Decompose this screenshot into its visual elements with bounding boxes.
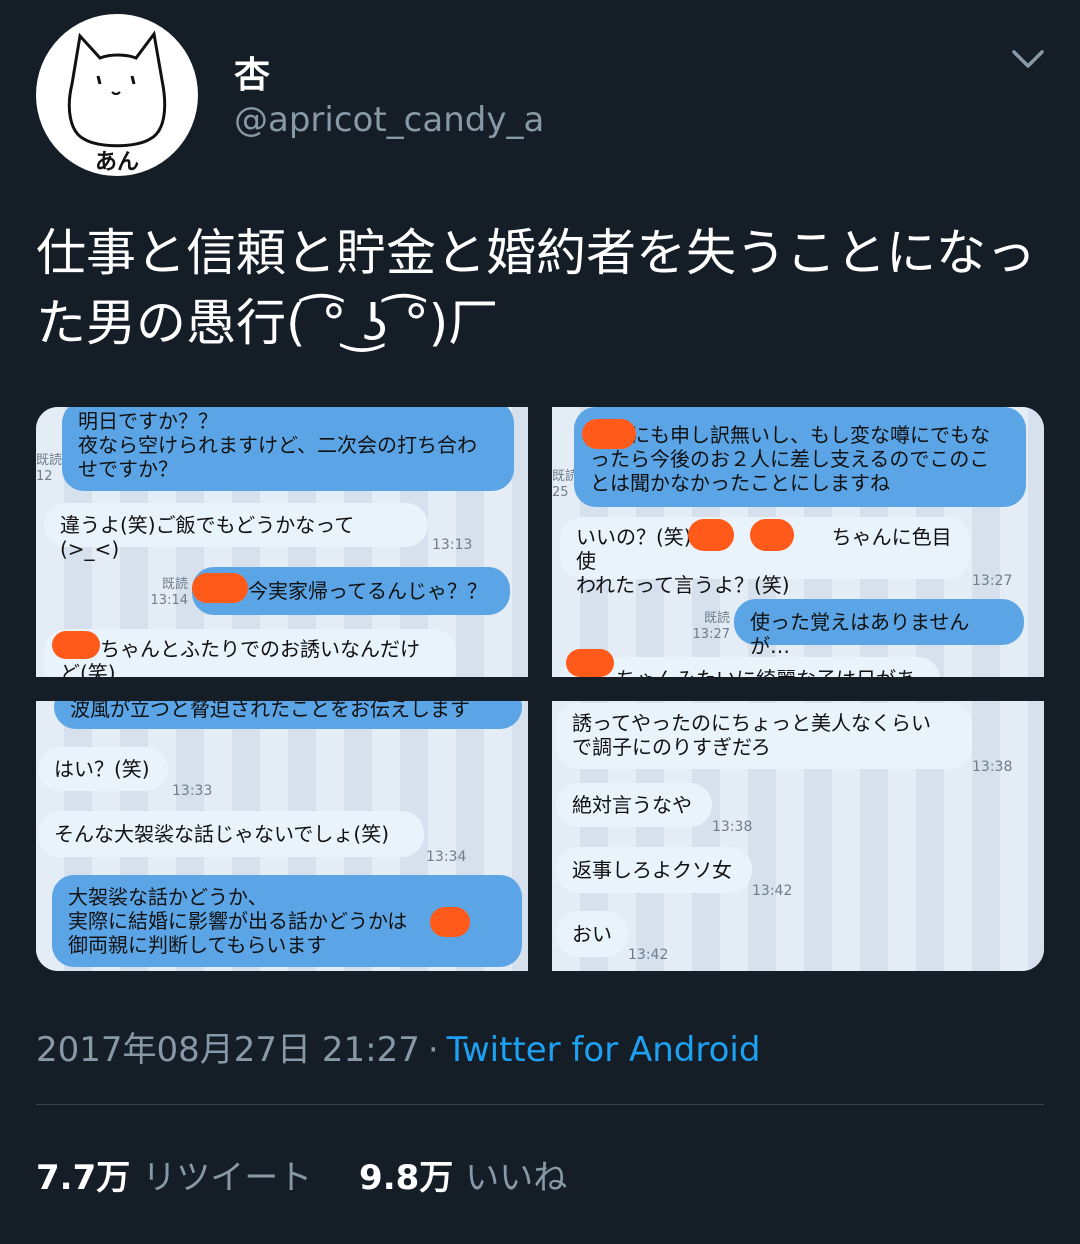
message-time: 13:38 — [712, 819, 753, 835]
chevron-down-icon[interactable] — [1010, 44, 1046, 74]
tweet-source-link[interactable]: Twitter for Android — [447, 1030, 761, 1070]
engagement-stats: 7.7万 リツイート 9.8万 いいね — [36, 1150, 603, 1199]
likes-count: 9.8万 — [359, 1158, 454, 1198]
redaction-mark — [750, 519, 794, 551]
likes-label: いいね — [465, 1158, 568, 1198]
message-time: 13:42 — [752, 883, 793, 899]
display-name[interactable]: 杏 — [234, 46, 270, 98]
chat-bubble: 使った覚えはありませんが… — [734, 599, 1024, 658]
meta-separator: · — [427, 1030, 439, 1070]
chat-bubble: 違うよ(笑)ご飯でもどうかなって(>_<) — [44, 503, 428, 561]
tweet-timestamp[interactable]: 2017年08月27日 21:27 — [36, 1030, 420, 1070]
chat-bubble: ちゃんみたいに綺麗な子は日があっ — [560, 657, 940, 677]
chat-bubble: ちゃんとふたりでのお誘いなんだけ ど(笑) — [44, 629, 456, 677]
media-image-4[interactable]: 誘ってやったのにちょっと美人なくらい で調子にのりすぎだろ 13:38 絶対言う… — [552, 701, 1044, 971]
retweets-count: 7.7万 — [36, 1158, 131, 1198]
media-image-1[interactable]: 既読 12 明日ですか？？ 夜なら空けられますけど、二次会の打ち合わ せですか？… — [36, 407, 528, 677]
media-image-3[interactable]: 波風が立つと脅迫されたことをお伝えします はい？(笑) 13:33 そんな大袈裟… — [36, 701, 528, 971]
media-image-2[interactable]: 既読 25 にも申し訳無いし、もし変な噂にでもな ったら今後のお２人に差し支える… — [552, 407, 1044, 677]
message-time: 13:34 — [426, 849, 467, 865]
chat-bubble: はい？(笑) — [38, 747, 168, 791]
chat-bubble: そんな大袈裟な話じゃないでしょ(笑) — [38, 811, 424, 857]
read-receipt: 既読 13:27 — [692, 611, 730, 642]
chat-bubble: 絶対言うなや — [556, 783, 712, 827]
message-time: 13:38 — [972, 759, 1013, 775]
user-handle[interactable]: @apricot_candy_a — [234, 100, 544, 140]
message-time: 13:13 — [432, 537, 473, 553]
message-time: 13:27 — [972, 573, 1013, 589]
chat-bubble: 明日ですか？？ 夜なら空けられますけど、二次会の打ち合わ せですか？ — [62, 407, 514, 491]
retweets-stat[interactable]: 7.7万 リツイート — [36, 1158, 323, 1198]
tweet-text: 仕事と信頼と貯金と婚約者を失うことになった男の愚行( ͡° ͜ʖ ͡°)厂 — [36, 224, 1036, 352]
redaction-mark — [192, 573, 248, 603]
chat-bubble: 誘ってやったのにちょっと美人なくらい で調子にのりすぎだろ — [556, 703, 972, 769]
read-receipt: 既読 12 — [36, 453, 63, 484]
avatar-label: あん — [94, 150, 139, 175]
chat-bubble: にも申し訳無いし、もし変な噂にでもな ったら今後のお２人に差し支えるのでこのこ … — [574, 407, 1026, 507]
retweets-label: リツイート — [142, 1158, 313, 1198]
chat-bubble: 返事しろよクソ女 — [556, 847, 752, 893]
read-receipt: 既読 13:14 — [150, 577, 188, 608]
chat-bubble: おい — [556, 911, 628, 957]
redaction-mark — [52, 631, 100, 659]
message-time: 13:33 — [172, 783, 213, 799]
message-time: 13:42 — [628, 947, 669, 963]
avatar[interactable]: あん — [36, 14, 198, 176]
tweet-meta: 2017年08月27日 21:27 · Twitter for Android — [36, 1022, 760, 1071]
redaction-mark — [566, 649, 614, 677]
redaction-mark — [582, 419, 636, 449]
chat-bubble: 波風が立つと脅迫されたことをお伝えします — [54, 701, 522, 729]
redaction-mark — [688, 519, 734, 551]
divider — [36, 1104, 1044, 1105]
likes-stat[interactable]: 9.8万 いいね — [359, 1158, 567, 1198]
redaction-mark — [430, 907, 470, 937]
